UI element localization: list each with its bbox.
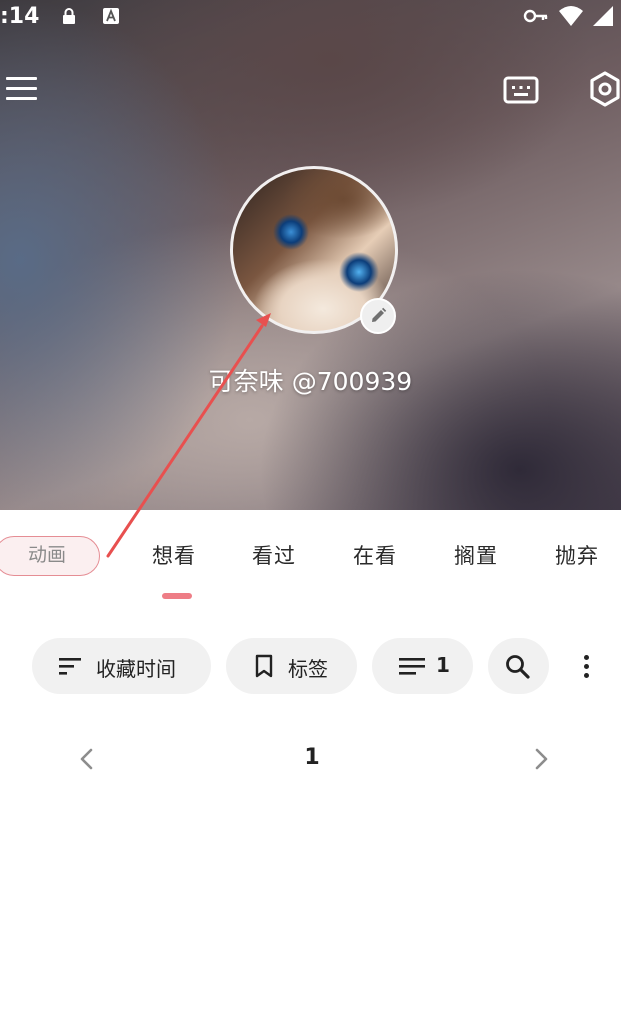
- sort-label: 收藏时间: [96, 657, 176, 681]
- more-vertical-icon[interactable]: [570, 650, 602, 684]
- profile-header: :14 可奈味 @700939: [0, 0, 621, 510]
- lock-icon: [63, 8, 75, 24]
- sort-icon: [59, 658, 81, 675]
- avatar-edit-button[interactable]: [360, 298, 396, 334]
- layout-button[interactable]: 1: [372, 638, 473, 694]
- layout-label: 1: [436, 653, 450, 677]
- tab-on-hold[interactable]: 搁置: [454, 540, 498, 570]
- tab-watching[interactable]: 在看: [353, 540, 397, 570]
- chevron-left-icon[interactable]: [72, 742, 102, 776]
- menu-button[interactable]: [4, 72, 40, 108]
- tag-label: 标签: [288, 657, 328, 681]
- status-time: :14: [0, 4, 40, 29]
- list-icon: [399, 658, 425, 675]
- app-a-icon: [103, 8, 119, 24]
- search-button[interactable]: [488, 638, 549, 694]
- signal-icon: [593, 6, 613, 26]
- bookmark-icon: [255, 654, 273, 678]
- page-number: 1: [304, 745, 320, 770]
- chevron-right-icon[interactable]: [526, 742, 556, 776]
- vpn-key-icon: [523, 9, 548, 23]
- category-chip-anime[interactable]: 动画: [0, 536, 100, 576]
- tab-indicator: [162, 593, 192, 599]
- gear-icon[interactable]: [585, 69, 621, 109]
- keyboard-icon[interactable]: [502, 72, 540, 108]
- tab-want-to-watch[interactable]: 想看: [152, 540, 196, 570]
- search-icon: [506, 655, 530, 679]
- sort-button[interactable]: 收藏时间: [32, 638, 211, 694]
- tag-button[interactable]: 标签: [226, 638, 357, 694]
- status-bar: :14: [0, 0, 621, 36]
- pencil-icon: [372, 307, 387, 322]
- username: 可奈味 @700939: [208, 367, 413, 396]
- tab-dropped[interactable]: 抛弃: [555, 540, 599, 570]
- wifi-icon: [559, 6, 583, 26]
- tab-watched[interactable]: 看过: [252, 540, 296, 570]
